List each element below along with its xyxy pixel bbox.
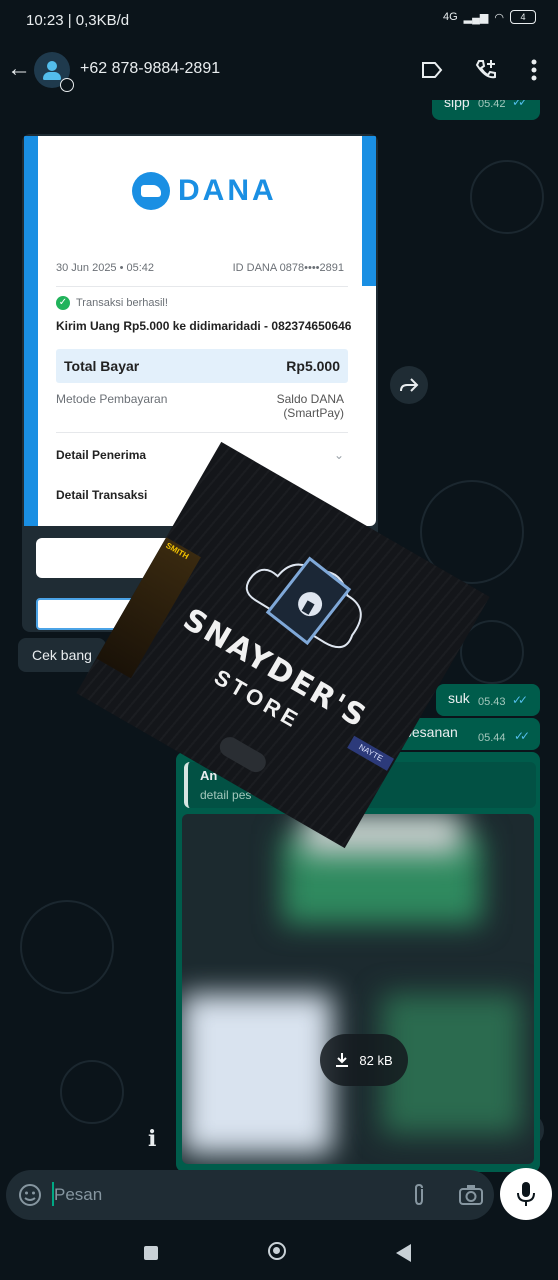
receipt-status: ✓ Transaksi berhasil! xyxy=(56,296,168,310)
read-ticks-icon: ✓✓ xyxy=(514,729,530,743)
wallpaper-doodle xyxy=(20,900,114,994)
contact-name[interactable]: +62 878-9884-2891 xyxy=(80,60,220,78)
download-icon xyxy=(336,1053,349,1067)
label-icon[interactable] xyxy=(418,56,446,84)
signal-icon: ▂▄▆ xyxy=(463,11,489,24)
home-icon[interactable] xyxy=(268,1242,286,1260)
method-value-line: (SmartPay) xyxy=(283,406,344,420)
receipt-edge xyxy=(362,136,376,286)
recents-icon[interactable] xyxy=(144,1246,158,1260)
message-time: 05.44 xyxy=(478,732,506,744)
method-value-line: Saldo DANA xyxy=(276,392,344,406)
divider xyxy=(56,432,348,433)
check-circle-icon: ✓ xyxy=(56,296,70,310)
avatar[interactable] xyxy=(34,52,74,92)
read-ticks-icon: ✓✓ xyxy=(512,100,528,109)
message-text: sipp xyxy=(444,100,470,110)
total-value: Rp5.000 xyxy=(286,358,340,374)
message-out[interactable]: sipp 05.42 ✓✓ xyxy=(432,100,540,120)
status-icons: 4G ▂▄▆ ◠ 4 xyxy=(443,10,536,24)
blurred-image-preview[interactable]: 82 kB xyxy=(182,814,534,1164)
status-text: Transaksi berhasil! xyxy=(76,297,168,309)
attach-icon[interactable] xyxy=(410,1183,428,1212)
mic-button[interactable] xyxy=(500,1168,552,1220)
wallpaper-doodle xyxy=(470,160,544,234)
download-size: 82 kB xyxy=(359,1052,393,1068)
status-bar: 10:23 | 0,3KB/d 4G ▂▄▆ ◠ 4 xyxy=(0,0,558,40)
chevron-down-icon: ⌄ xyxy=(333,448,344,462)
add-call-icon[interactable] xyxy=(472,56,500,84)
dana-logo: DANA xyxy=(132,172,277,210)
receipt-edge xyxy=(24,136,38,526)
dana-logo-icon xyxy=(132,172,170,210)
read-ticks-icon: ✓✓ xyxy=(512,693,528,707)
message-composer: Pesan xyxy=(6,1170,494,1220)
forward-icon[interactable] xyxy=(390,366,428,404)
download-button[interactable]: 82 kB xyxy=(320,1034,408,1086)
message-out[interactable]: suk 05.43 ✓✓ xyxy=(436,684,540,716)
wallpaper-doodle xyxy=(60,1060,124,1124)
method-value: Saldo DANA (SmartPay) xyxy=(277,392,344,420)
blur-shape xyxy=(182,994,332,1154)
total-label: Total Bayar xyxy=(64,358,140,374)
detail-recipient: Detail Penerima xyxy=(56,448,147,462)
receipt-description: Kirim Uang Rp5.000 ke didimaridadi - 082… xyxy=(56,319,352,333)
sticker-icon[interactable] xyxy=(18,1183,42,1212)
wifi-icon: ◠ xyxy=(494,11,504,24)
mic-icon xyxy=(517,1182,535,1206)
receipt-card: DANA 30 Jun 2025 • 05:42 ID DANA 0878•••… xyxy=(24,136,376,526)
message-input[interactable]: Pesan xyxy=(54,1185,102,1205)
network-type: 4G xyxy=(442,11,458,23)
method-label: Metode Pembayaran xyxy=(56,392,168,406)
info-icon[interactable]: i xyxy=(148,1126,156,1152)
system-nav-bar xyxy=(0,1226,558,1280)
message-time: 05.42 xyxy=(478,100,506,110)
receipt-date: 30 Jun 2025 • 05:42 xyxy=(56,262,155,274)
detail-transaction: Detail Transaksi xyxy=(56,488,148,502)
total-row: Total Bayar Rp5.000 xyxy=(56,349,348,383)
message-time: 05.43 xyxy=(478,696,506,708)
camera-icon[interactable] xyxy=(458,1183,484,1212)
back-arrow-icon[interactable]: ← xyxy=(6,56,32,82)
message-text: suk xyxy=(448,690,470,706)
status-time: 10:23 | 0,3KB/d xyxy=(26,12,130,29)
battery-icon: 4 xyxy=(510,10,536,24)
receipt-id: ID DANA 0878••••2891 xyxy=(232,262,344,274)
chat-header: ← +62 878-9884-2891 xyxy=(0,40,558,100)
dana-brand: DANA xyxy=(178,174,277,207)
divider xyxy=(56,286,348,287)
back-nav-icon[interactable] xyxy=(396,1244,411,1262)
more-vert-icon[interactable] xyxy=(520,56,548,84)
